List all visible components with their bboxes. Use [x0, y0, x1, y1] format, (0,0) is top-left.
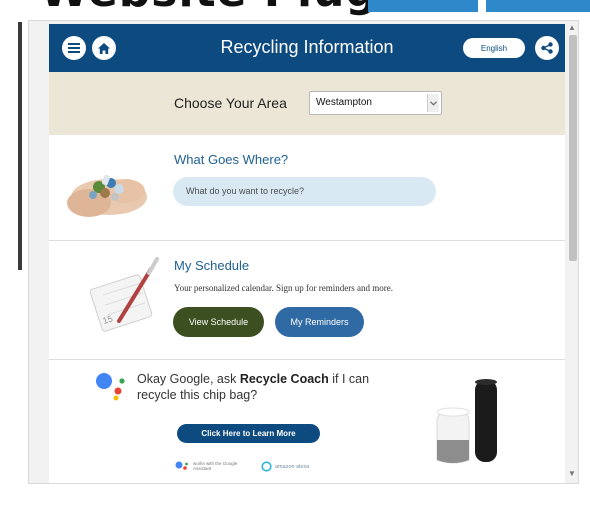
area-select-caret [427, 94, 439, 112]
language-selector[interactable]: English [463, 38, 525, 58]
backdrop-edge [18, 22, 22, 270]
plugin-frame: Recycling Information English Choose You… [28, 20, 579, 484]
area-select[interactable]: Westampton [309, 91, 442, 115]
share-icon [541, 42, 553, 54]
heading-accent-bar [368, 0, 478, 12]
recycle-search-input[interactable]: What do you want to recycle? [173, 177, 436, 206]
alexa-ring-icon [261, 461, 272, 472]
works-with-text: works with the Google Assistant [193, 461, 238, 471]
share-button[interactable] [535, 36, 559, 60]
prompt-prefix: Okay Google, ask [137, 372, 240, 386]
what-goes-where-title: What Goes Where? [174, 152, 289, 167]
scroll-thumb[interactable] [569, 35, 577, 261]
recycling-app: Recycling Information English Choose You… [49, 24, 565, 483]
schedule-section: 15 My Schedule Your personalized calenda… [49, 241, 565, 360]
amazon-alexa-badge: amazon alexa [261, 461, 309, 472]
scroll-down-icon[interactable]: ▼ [568, 469, 576, 478]
area-chooser: Choose Your Area Westampton [49, 72, 565, 135]
heading-accent-bar-right [486, 0, 590, 12]
google-assistant-logo-icon [96, 373, 125, 401]
works-with-google-badge: works with the Google Assistant [175, 461, 239, 471]
what-goes-where-section: What Goes Where? What do you want to rec… [49, 135, 565, 241]
google-assistant-small-icon [175, 461, 188, 470]
schedule-title: My Schedule [174, 258, 250, 273]
calendar-pen-illustration: 15 [89, 257, 159, 332]
google-assistant-promo: Okay Google, ask Recycle Coach if I can … [49, 360, 565, 483]
chevron-down-icon [430, 100, 437, 106]
learn-more-button[interactable]: Click Here to Learn More [177, 424, 320, 443]
smart-speakers-illustration [436, 379, 497, 464]
schedule-description: Your personalized calendar. Sign up for … [174, 283, 394, 293]
view-schedule-button[interactable]: View Schedule [173, 307, 264, 337]
app-header: Recycling Information English [49, 24, 565, 72]
scrollbar[interactable]: ▲ ▼ [566, 21, 578, 483]
hands-with-recyclables-illustration [67, 174, 147, 217]
my-reminders-button[interactable]: My Reminders [275, 307, 364, 337]
scroll-up-icon[interactable]: ▲ [568, 23, 576, 32]
alexa-text: amazon alexa [275, 463, 310, 470]
area-label: Choose Your Area [174, 95, 287, 111]
google-assistant-prompt: Okay Google, ask Recycle Coach if I can … [137, 371, 407, 403]
prompt-brand: Recycle Coach [239, 372, 329, 386]
area-select-value: Westampton [316, 97, 372, 108]
